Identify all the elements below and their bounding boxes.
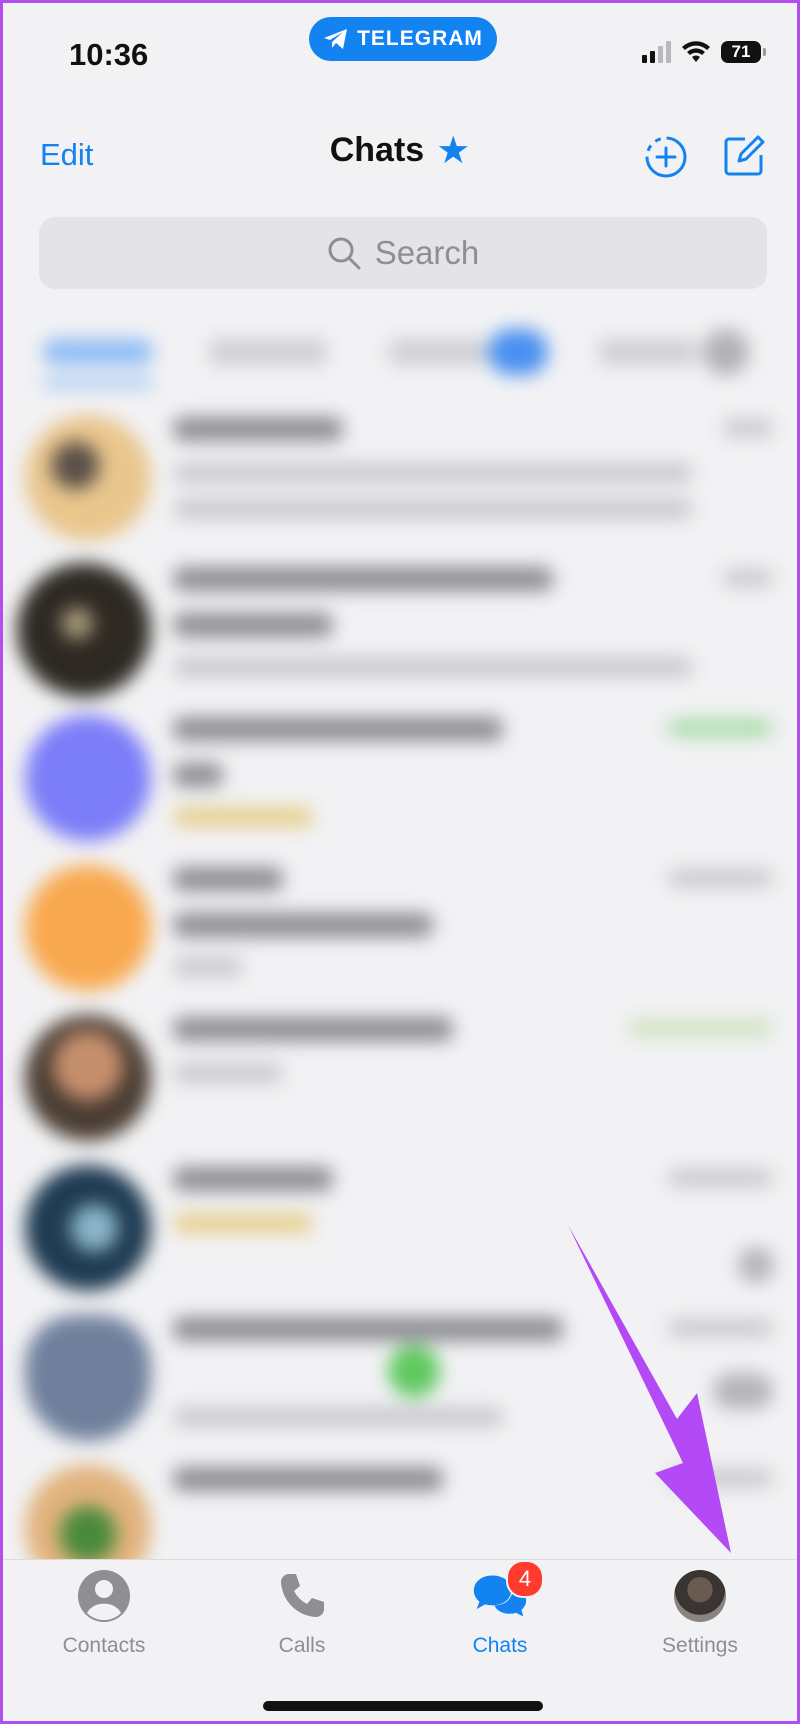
tab-contacts[interactable]: Contacts <box>29 1560 179 1680</box>
star-icon[interactable]: ★ <box>436 132 470 170</box>
wifi-icon <box>682 41 710 62</box>
chat-row <box>3 1003 797 1153</box>
telegram-pill-label: TELEGRAM <box>357 27 483 50</box>
compose-icon[interactable] <box>723 135 765 177</box>
battery-icon: 71 <box>721 41 766 63</box>
person-circle-icon <box>76 1568 132 1624</box>
status-icons: 71 <box>642 41 766 63</box>
tab-calls[interactable]: Calls <box>227 1560 377 1680</box>
cellular-signal-icon <box>642 41 671 63</box>
telegram-plane-icon <box>324 29 348 49</box>
tab-chats[interactable]: 4 Chats <box>425 1560 575 1680</box>
avatar <box>674 1570 726 1622</box>
status-time: 10:36 <box>69 37 149 72</box>
chat-row <box>3 403 797 553</box>
pointer-arrow-annotation <box>568 1225 731 1553</box>
tab-label: Chats <box>472 1634 528 1657</box>
tab-label: Calls <box>278 1634 326 1657</box>
phone-screen: 10:36 TELEGRAM 71 Edit Chats ★ Search Co… <box>0 0 800 1724</box>
folder-tabs <box>3 303 797 403</box>
chat-row <box>3 553 797 703</box>
home-indicator[interactable] <box>263 1701 543 1711</box>
search-icon <box>328 237 361 270</box>
search-placeholder: Search <box>374 234 480 271</box>
search-bar[interactable]: Search <box>39 217 767 289</box>
telegram-pill: TELEGRAM <box>309 17 497 61</box>
tab-label: Settings <box>662 1634 738 1657</box>
chat-row <box>3 703 797 853</box>
chat-row <box>3 853 797 1003</box>
chat-bubbles-icon: 4 <box>472 1560 544 1624</box>
unread-badge: 4 <box>506 1560 544 1598</box>
new-story-icon[interactable] <box>644 135 688 179</box>
tab-bar: Contacts Calls 4 Chats Settings <box>3 1559 797 1721</box>
tab-settings[interactable]: Settings <box>625 1560 775 1680</box>
page-title: Chats <box>329 131 425 169</box>
profile-avatar <box>672 1568 728 1624</box>
tab-label: Contacts <box>62 1634 146 1657</box>
phone-icon <box>274 1568 330 1624</box>
